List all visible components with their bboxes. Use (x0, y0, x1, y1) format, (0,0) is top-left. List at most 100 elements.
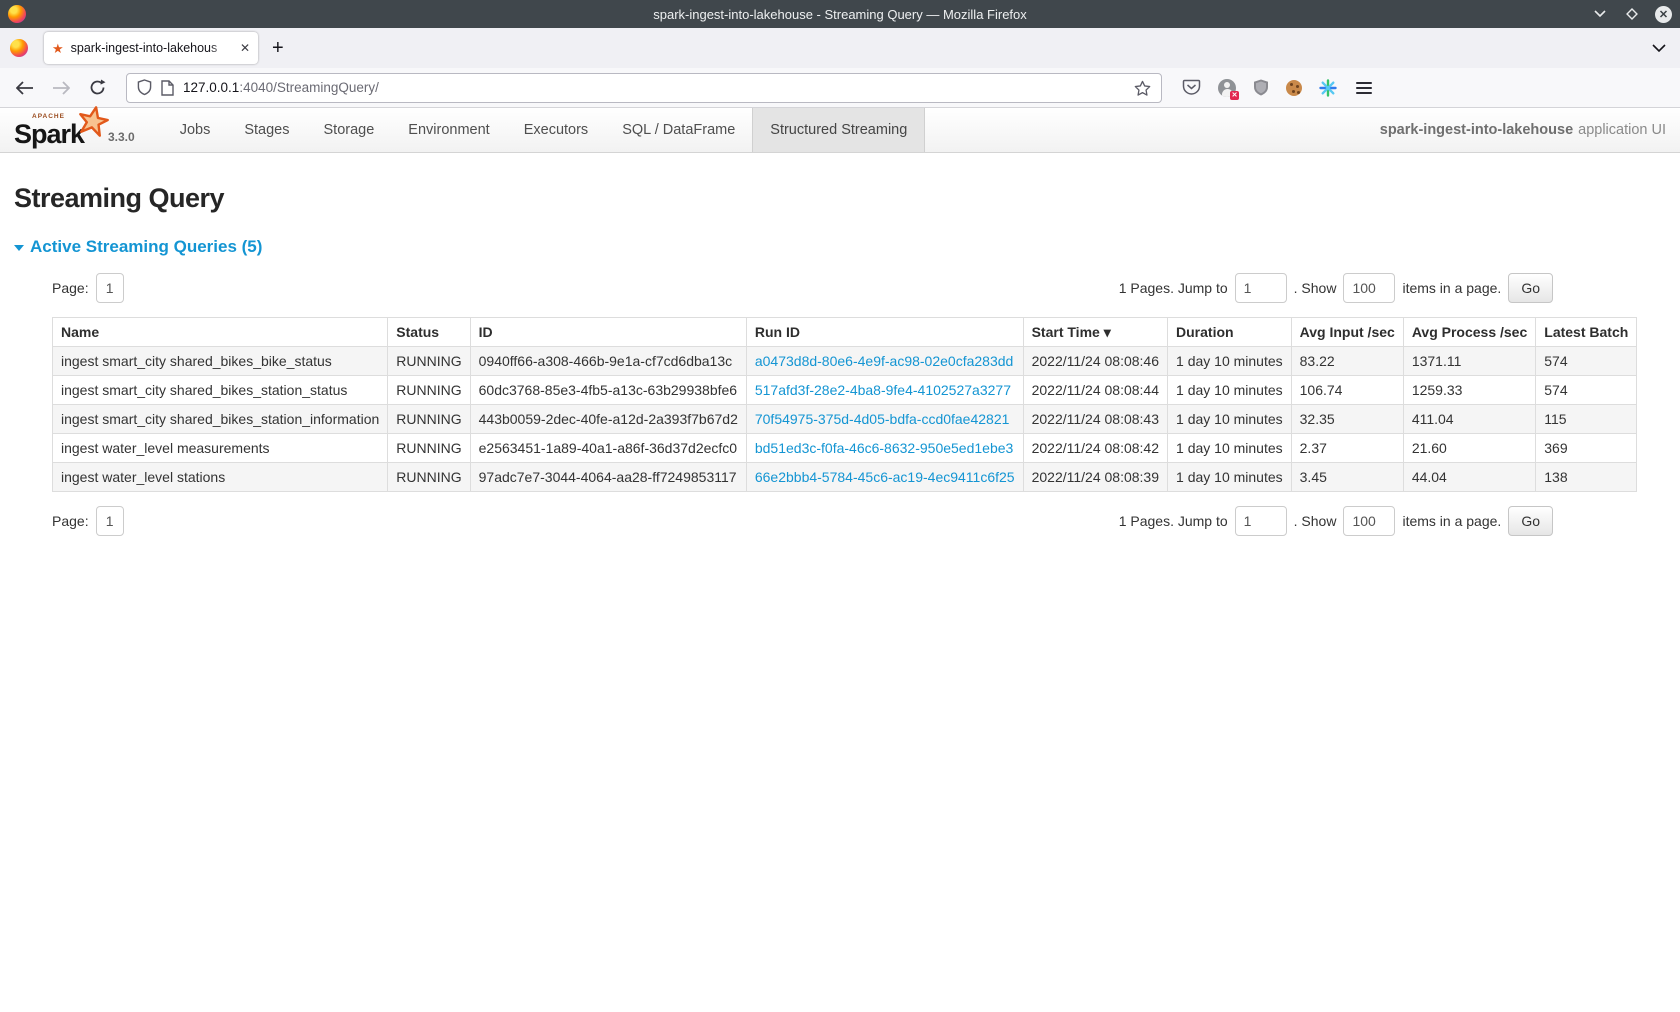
page-label: Page: (52, 513, 89, 529)
query-avg-process: 411.04 (1403, 405, 1535, 434)
page-content: Streaming Query Active Streaming Queries… (0, 183, 1680, 536)
browser-tab[interactable]: ★ spark-ingest-into-lakehous ✕ (44, 32, 258, 64)
query-start-time: 2022/11/24 08:08:44 (1023, 376, 1167, 405)
run-id-link[interactable]: a0473d8d-80e6-4e9f-ac98-02e0cfa283dd (755, 353, 1013, 369)
page-label: Page: (52, 280, 89, 296)
app-menu-icon[interactable] (1354, 80, 1374, 96)
query-duration: 1 day 10 minutes (1168, 434, 1292, 463)
query-name: ingest smart_city shared_bikes_station_i… (53, 405, 388, 434)
section-title: Active Streaming Queries (5) (30, 237, 262, 257)
url-path: :4040/StreamingQuery/ (239, 80, 379, 95)
shield-icon[interactable] (137, 79, 152, 96)
header-name[interactable]: Name (53, 318, 388, 347)
url-text[interactable]: 127.0.0.1:4040/StreamingQuery/ (183, 80, 1125, 95)
table-row: ingest water_level measurements RUNNING … (53, 434, 1637, 463)
run-id-link[interactable]: 517afd3f-28e2-4ba8-9fe4-4102527a3277 (755, 382, 1011, 398)
jump-to-input[interactable] (1235, 506, 1287, 536)
page-size-input[interactable] (1343, 506, 1395, 536)
query-avg-process: 1371.11 (1403, 347, 1535, 376)
query-id: 0940ff66-a308-466b-9e1a-cf7cd6dba13c (470, 347, 746, 376)
nav-tab-storage[interactable]: Storage (307, 108, 392, 152)
colorful-asterisk-icon[interactable] (1319, 79, 1337, 97)
query-start-time: 2022/11/24 08:08:42 (1023, 434, 1167, 463)
header-start-time[interactable]: Start Time ▾ (1023, 318, 1167, 347)
header-id[interactable]: ID (470, 318, 746, 347)
run-id-link[interactable]: 66e2bbb4-5784-45c6-ac19-4ec9411c6f25 (755, 469, 1015, 485)
pages-summary: 1 Pages. Jump to (1119, 513, 1228, 529)
nav-tab-stages[interactable]: Stages (227, 108, 306, 152)
nav-tab-sql-dataframe[interactable]: SQL / DataFrame (605, 108, 752, 152)
url-bar[interactable]: 127.0.0.1:4040/StreamingQuery/ (126, 73, 1162, 103)
page-size-input[interactable] (1343, 273, 1395, 303)
query-id: 60dc3768-85e3-4fb5-a13c-63b29938bfe6 (470, 376, 746, 405)
application-ui-suffix: application UI (1578, 122, 1666, 138)
tab-close-icon[interactable]: ✕ (240, 41, 250, 55)
show-label: . Show (1294, 513, 1337, 529)
window-title: spark-ingest-into-lakehouse - Streaming … (0, 7, 1680, 22)
go-button[interactable]: Go (1508, 506, 1553, 536)
query-id: e2563451-1a89-40a1-a86f-36d37d2ecfc0 (470, 434, 746, 463)
header-avg-input[interactable]: Avg Input /sec (1291, 318, 1403, 347)
run-id-link[interactable]: 70f54975-375d-4d05-bdfa-ccd0fae42821 (755, 411, 1010, 427)
go-button[interactable]: Go (1508, 273, 1553, 303)
forward-button[interactable] (46, 73, 76, 103)
table-row: ingest smart_city shared_bikes_station_s… (53, 376, 1637, 405)
ublock-icon[interactable] (1253, 79, 1269, 96)
reload-button[interactable] (82, 73, 112, 103)
query-status: RUNNING (388, 405, 470, 434)
extension-icon[interactable]: ✕ (1218, 79, 1236, 97)
cookie-icon[interactable] (1286, 80, 1302, 96)
jump-to-input[interactable] (1235, 273, 1287, 303)
spark-star-icon (76, 105, 110, 139)
collapse-arrow-icon (14, 245, 24, 251)
maximize-icon[interactable] (1623, 5, 1641, 23)
query-status: RUNNING (388, 347, 470, 376)
page-number-input[interactable] (96, 273, 124, 303)
back-button[interactable] (10, 73, 40, 103)
spark-brand[interactable]: APACHE Spark 3.3.0 (0, 108, 145, 152)
tab-title: spark-ingest-into-lakehous (71, 41, 233, 55)
run-id-link[interactable]: bd51ed3c-f0fa-46c6-8632-950e5ed1ebe3 (755, 440, 1013, 456)
nav-tab-executors[interactable]: Executors (507, 108, 605, 152)
page-number-input[interactable] (96, 506, 124, 536)
queries-table-zone: Page: 1 Pages. Jump to . Show items in a… (52, 273, 1553, 536)
query-status: RUNNING (388, 434, 470, 463)
query-latest-batch: 115 (1536, 405, 1637, 434)
url-host: 127.0.0.1 (183, 80, 239, 95)
close-icon[interactable]: ✕ (1655, 6, 1672, 23)
spark-favicon-icon: ★ (52, 42, 64, 55)
active-queries-section-toggle[interactable]: Active Streaming Queries (5) (14, 237, 1666, 257)
firefox-menu-icon[interactable] (10, 39, 28, 57)
list-all-tabs-icon[interactable] (1652, 44, 1666, 53)
header-avg-process[interactable]: Avg Process /sec (1403, 318, 1535, 347)
spark-nav-tabs: Jobs Stages Storage Environment Executor… (163, 108, 926, 152)
spark-version: 3.3.0 (108, 130, 135, 148)
header-duration[interactable]: Duration (1168, 318, 1292, 347)
queries-table-body: ingest smart_city shared_bikes_bike_stat… (53, 347, 1637, 492)
minimize-icon[interactable] (1591, 5, 1609, 23)
browser-tabstrip: ★ spark-ingest-into-lakehous ✕ + (0, 28, 1680, 68)
top-pagination: Page: 1 Pages. Jump to . Show items in a… (52, 273, 1553, 303)
table-row: ingest smart_city shared_bikes_bike_stat… (53, 347, 1637, 376)
bookmark-star-icon[interactable] (1134, 80, 1151, 96)
streaming-queries-table: Name Status ID Run ID Start Time ▾ Durat… (52, 317, 1637, 492)
query-avg-process: 21.60 (1403, 434, 1535, 463)
window-titlebar: spark-ingest-into-lakehouse - Streaming … (0, 0, 1680, 28)
query-avg-process: 1259.33 (1403, 376, 1535, 405)
nav-tab-jobs[interactable]: Jobs (163, 108, 228, 152)
query-name: ingest water_level stations (53, 463, 388, 492)
query-duration: 1 day 10 minutes (1168, 376, 1292, 405)
nav-tab-environment[interactable]: Environment (391, 108, 506, 152)
nav-tab-structured-streaming[interactable]: Structured Streaming (752, 108, 925, 152)
query-latest-batch: 369 (1536, 434, 1637, 463)
header-latest-batch[interactable]: Latest Batch (1536, 318, 1637, 347)
show-label: . Show (1294, 280, 1337, 296)
pocket-icon[interactable] (1182, 79, 1201, 96)
header-status[interactable]: Status (388, 318, 470, 347)
header-run-id[interactable]: Run ID (746, 318, 1023, 347)
new-tab-button[interactable]: + (272, 37, 284, 60)
query-start-time: 2022/11/24 08:08:43 (1023, 405, 1167, 434)
page-info-icon[interactable] (161, 80, 174, 96)
spark-wordmark: Spark (14, 119, 84, 150)
spark-logo: APACHE Spark (14, 112, 102, 148)
